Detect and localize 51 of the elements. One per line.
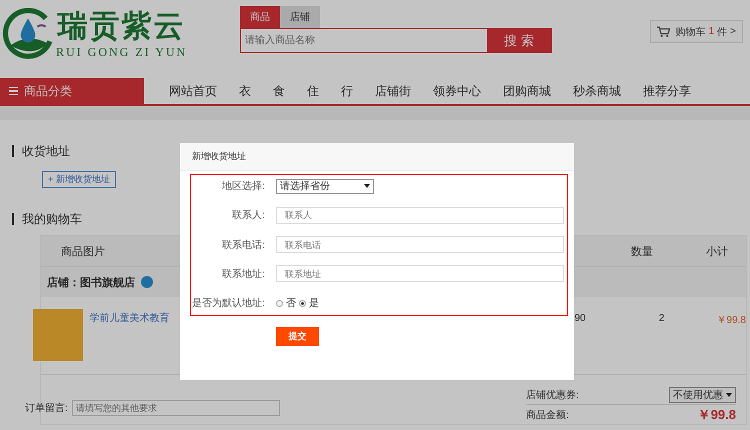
quantity-text: 2 [658,313,666,324]
radio-label: 否 [286,297,296,310]
nav-link[interactable]: 食 [262,82,296,100]
coupon-label: 店铺优惠券: [526,388,579,402]
menu-icon [9,86,18,96]
column-header: 商品图片 [61,244,105,258]
field-label: 联系电话: [221,238,265,252]
search-button[interactable]: 搜 索 [487,29,551,52]
water-drop-logo-icon [2,8,54,60]
nav-link[interactable]: 领券中心 [422,82,492,100]
field-label: 是否为默认地址: [191,296,265,310]
search-field[interactable]: 请输入商品名称 搜 索 [240,28,552,53]
text-field[interactable]: 联系人 [276,206,564,224]
add-address-button[interactable]: + 新增收货地址 [42,171,116,188]
nav-link[interactable]: 衣 [228,82,262,100]
search-tab[interactable]: 店铺 [280,6,320,28]
category-menu-button[interactable]: 商品分类 [0,78,144,104]
text-field[interactable]: 联系电话 [276,236,564,253]
amount-label: 商品金额: [526,408,569,422]
column-header: 数量 [631,244,654,258]
radio-button[interactable] [276,300,283,306]
shop-name: 店铺：图书旗舰店 [47,276,135,290]
field-label: 地区选择: [221,180,265,193]
nav-link[interactable]: 网站首页 [158,82,228,100]
dropdown-arrow-icon [726,392,732,396]
radio-label: 是 [309,297,319,310]
nav-link[interactable]: 店铺街 [364,82,422,100]
nav-link[interactable]: 团购商城 [492,82,562,100]
region-dropdown[interactable]: 请选择省份 [276,178,374,194]
nav-link[interactable]: 推荐分享 [632,82,702,100]
nav-link[interactable]: 秒杀商城 [562,82,632,100]
book-cover-placeholder [33,309,83,361]
subtotal-text: ￥99.8 [716,314,746,327]
brand-name: 瑞贡紫云 [58,8,186,44]
amount-value: ￥99.8 [698,406,736,424]
nav-link[interactable]: 住 [296,82,330,100]
cart-icon [657,26,670,38]
search-tab[interactable]: 商品 [240,6,280,28]
message-field[interactable]: 请填写您的其他要求 [72,400,280,416]
cart-button[interactable]: 购物车 1 件 > [650,20,743,43]
dropdown-arrow-icon [364,184,370,188]
dialog-title: 新增收货地址 [180,143,574,171]
brand-pinyin: RUI GONG ZI YUN [56,44,188,60]
radio-button[interactable] [299,300,306,306]
field-label: 联系地址: [221,268,265,281]
price-text: 90 [574,313,587,324]
nav-link[interactable]: 行 [330,82,364,100]
column-header: 小计 [706,244,729,258]
coupon-dropdown[interactable]: 不使用优惠 [669,386,736,402]
text-field[interactable]: 联系地址 [276,265,564,282]
message-label: 订单留言: [25,402,68,415]
